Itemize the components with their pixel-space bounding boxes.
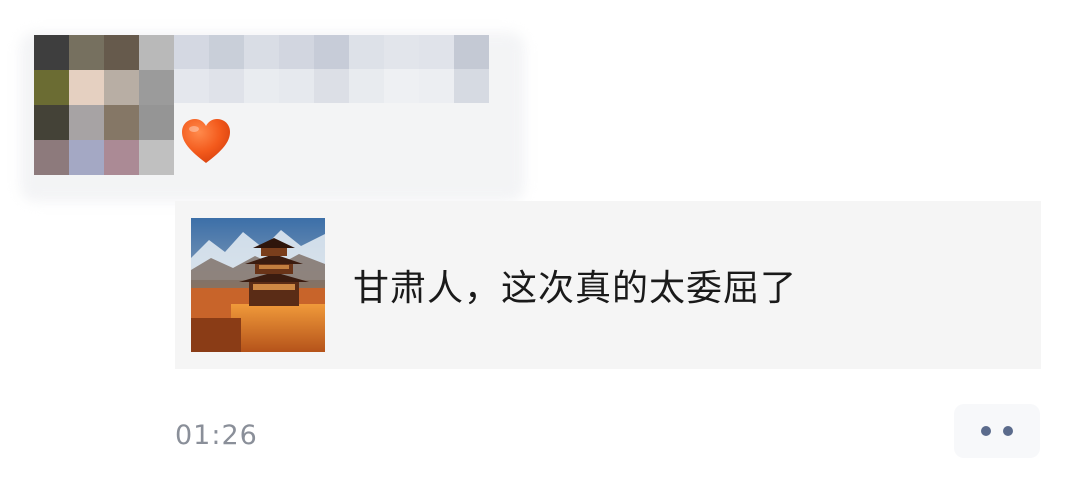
name-mosaic-cell — [349, 35, 384, 69]
avatar-mosaic-cell — [69, 105, 104, 140]
username-mosaic — [174, 35, 489, 103]
name-mosaic-cell — [209, 35, 244, 69]
user-avatar-mosaic[interactable] — [34, 35, 174, 175]
heart-emoji-icon — [180, 118, 232, 166]
name-mosaic-cell — [279, 35, 314, 69]
avatar-mosaic-cell — [104, 105, 139, 140]
name-mosaic-cell — [174, 35, 209, 69]
name-mosaic-cell — [419, 35, 454, 69]
avatar-mosaic-cell — [34, 70, 69, 105]
avatar-mosaic-cell — [139, 140, 174, 175]
avatar-mosaic-cell — [139, 35, 174, 70]
name-mosaic-cell — [314, 69, 349, 103]
avatar-mosaic-cell — [34, 35, 69, 70]
name-mosaic-cell — [349, 69, 384, 103]
avatar-mosaic-cell — [139, 105, 174, 140]
name-mosaic-cell — [279, 69, 314, 103]
article-title: 甘肃人，这次真的太委屈了 — [353, 268, 798, 309]
avatar-mosaic-cell — [69, 70, 104, 105]
avatar-mosaic-cell — [104, 35, 139, 70]
avatar-mosaic-cell — [104, 70, 139, 105]
name-mosaic-cell — [174, 69, 209, 103]
name-mosaic-cell — [454, 69, 489, 103]
name-mosaic-cell — [244, 35, 279, 69]
name-mosaic-cell — [384, 35, 419, 69]
name-mosaic-cell — [314, 35, 349, 69]
avatar-mosaic-cell — [34, 140, 69, 175]
avatar-mosaic-cell — [139, 70, 174, 105]
avatar-mosaic-cell — [34, 105, 69, 140]
avatar-mosaic-cell — [104, 140, 139, 175]
two-dots-more-icon — [981, 426, 991, 436]
two-dots-more-icon — [1003, 426, 1013, 436]
name-mosaic-cell — [384, 69, 419, 103]
more-options-button[interactable] — [954, 404, 1040, 458]
name-mosaic-cell — [419, 69, 454, 103]
name-mosaic-cell — [454, 35, 489, 69]
avatar-mosaic-cell — [69, 140, 104, 175]
avatar-mosaic-cell — [69, 35, 104, 70]
post-timestamp: 01:26 — [175, 420, 258, 451]
pavilion-fortress-image — [191, 218, 325, 352]
name-mosaic-cell — [209, 69, 244, 103]
shared-article-card[interactable]: 甘肃人，这次真的太委屈了 — [175, 201, 1041, 369]
name-mosaic-cell — [244, 69, 279, 103]
